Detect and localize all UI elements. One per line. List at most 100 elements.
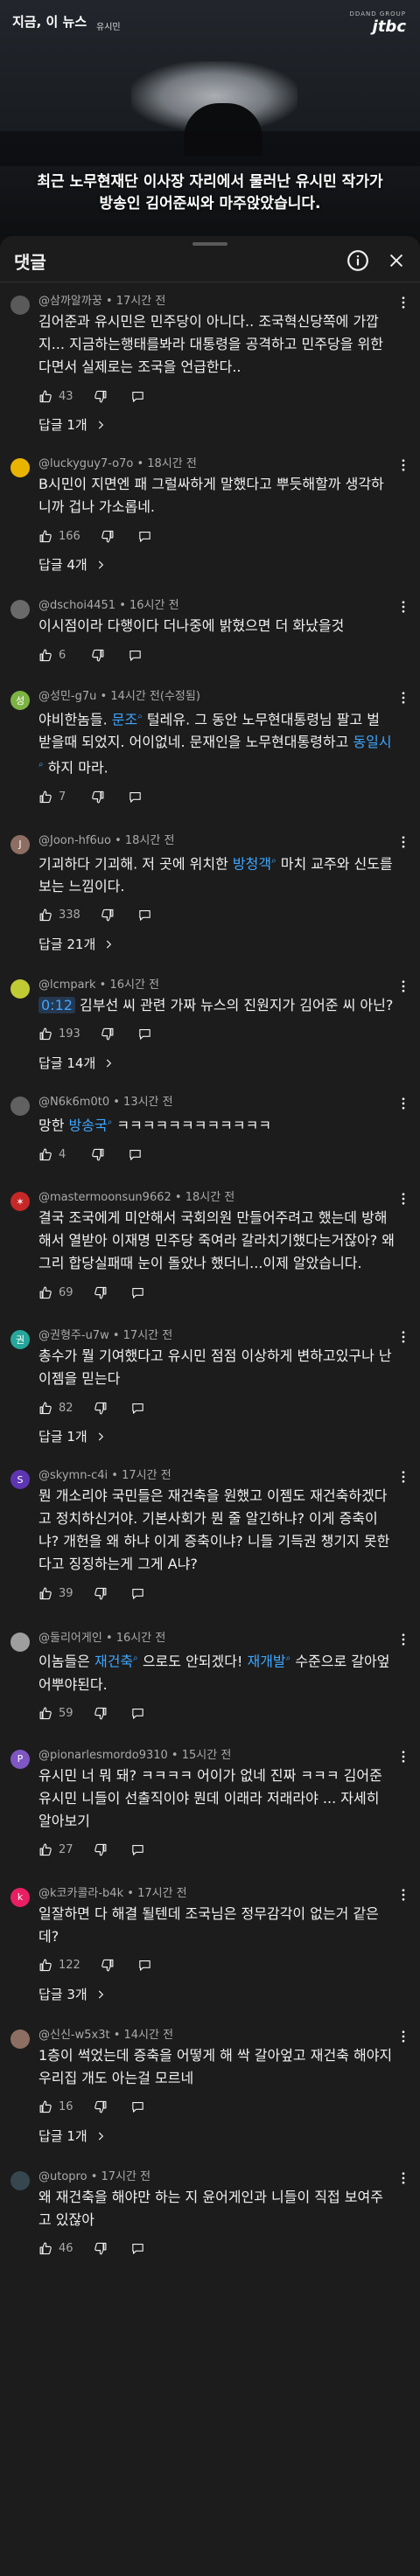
like-icon[interactable] [38,790,53,804]
reply-icon[interactable] [130,2099,145,2114]
avatar[interactable]: P [10,1749,30,1769]
reply-icon[interactable] [137,1958,152,1973]
comment-author[interactable]: @N6k6m0t0 [38,1096,109,1109]
chevron-right-icon[interactable] [94,559,107,571]
reply-icon[interactable] [130,1706,145,1721]
comment-search-link[interactable]: 동일시 [353,734,391,750]
avatar[interactable] [10,296,30,315]
reply-icon[interactable] [128,790,143,804]
comment-author[interactable]: @lcmpark [38,978,96,992]
like-icon[interactable] [38,1147,53,1162]
more-icon[interactable] [396,690,411,706]
replies-toggle[interactable]: 답글 14개 [38,1052,396,1075]
reply-icon[interactable] [137,529,152,544]
replies-toggle[interactable]: 답글 1개 [38,1425,396,1448]
more-icon[interactable] [396,2029,411,2044]
reply-icon[interactable] [128,648,143,663]
chevron-right-icon[interactable] [94,2130,107,2142]
more-icon[interactable] [396,1632,411,1647]
more-icon[interactable] [396,2170,411,2186]
like-icon[interactable] [38,1285,53,1300]
like-icon[interactable] [38,389,53,404]
reply-icon[interactable] [130,389,145,404]
comment-author[interactable]: @k코카콜라-b4k [38,1887,123,1900]
comment-author[interactable]: @skymn-c4i [38,1469,108,1482]
comment-author[interactable]: @mastermoonsun9662 [38,1191,172,1204]
more-icon[interactable] [396,978,411,994]
avatar[interactable]: J [10,834,30,854]
dislike-icon[interactable] [100,1027,115,1041]
more-icon[interactable] [396,599,411,615]
like-icon[interactable] [38,1401,53,1416]
timestamp-link[interactable]: 0:12 [38,996,75,1013]
more-icon[interactable] [396,457,411,473]
comment-author[interactable]: @Joon-hf6uo [38,834,111,847]
comment-author[interactable]: @utopro [38,2170,88,2183]
comment-author[interactable]: @dschoi4451 [38,599,116,612]
comment-search-link[interactable]: 재건축 [94,1654,133,1670]
reply-icon[interactable] [137,1027,152,1041]
like-icon[interactable] [38,2241,53,2256]
dislike-icon[interactable] [100,908,115,922]
more-icon[interactable] [396,1469,411,1485]
comment-author[interactable]: @둘리어게인 [38,1632,102,1645]
replies-toggle[interactable]: 답글 21개 [38,933,396,956]
more-icon[interactable] [396,1887,411,1903]
dislike-icon[interactable] [93,2099,108,2114]
comment-author[interactable]: @삼까알까꿍 [38,295,102,308]
dislike-icon[interactable] [93,1706,108,1721]
reply-icon[interactable] [128,1147,143,1162]
avatar[interactable] [10,600,30,619]
chevron-right-icon[interactable] [94,1431,107,1443]
comment-author[interactable]: @luckyguy7-o7o [38,457,133,470]
avatar[interactable] [10,1633,30,1653]
comment-author[interactable]: @성민-g7u [38,690,96,703]
replies-toggle[interactable]: 답글 3개 [38,1983,396,2006]
reply-icon[interactable] [130,1586,145,1601]
more-icon[interactable] [396,1191,411,1207]
replies-toggle[interactable]: 답글 1개 [38,414,396,436]
reply-icon[interactable] [130,2241,145,2256]
comment-search-link[interactable]: 방송국 [69,1117,108,1133]
info-icon[interactable] [346,249,369,272]
close-icon[interactable] [387,251,406,270]
like-icon[interactable] [38,1706,53,1721]
comment-search-link[interactable]: 방청객 [233,855,271,872]
like-icon[interactable] [38,908,53,922]
reply-icon[interactable] [130,1401,145,1416]
avatar[interactable] [10,2170,30,2190]
like-icon[interactable] [38,648,53,663]
drag-handle[interactable] [192,242,228,246]
like-icon[interactable] [38,1958,53,1973]
more-icon[interactable] [396,295,411,310]
video-player[interactable]: 지금, 이 뉴스 유시민 DDAND GROUP jtbc 최근 노무현재단 이… [0,0,420,236]
dislike-icon[interactable] [90,1147,105,1162]
chevron-right-icon[interactable] [94,419,107,431]
dislike-icon[interactable] [100,529,115,544]
like-icon[interactable] [38,1586,53,1601]
avatar[interactable] [10,1096,30,1116]
avatar[interactable]: S [10,1470,30,1490]
dislike-icon[interactable] [90,790,105,804]
replies-toggle[interactable]: 답글 4개 [38,553,396,576]
like-icon[interactable] [38,2099,53,2114]
dislike-icon[interactable] [93,389,108,404]
comment-author[interactable]: @pionarlesmordo9310 [38,1749,168,1762]
dislike-icon[interactable] [93,1842,108,1857]
avatar[interactable] [10,2029,30,2049]
like-icon[interactable] [38,1842,53,1857]
reply-icon[interactable] [130,1285,145,1300]
chevron-right-icon[interactable] [94,1988,107,2001]
comment-author[interactable]: @권형주-u7w [38,1329,109,1342]
reply-icon[interactable] [130,1842,145,1857]
like-icon[interactable] [38,1027,53,1041]
avatar[interactable] [10,978,30,999]
comment-search-link[interactable]: 재개발 [247,1654,285,1670]
avatar[interactable]: 권 [10,1330,30,1350]
dislike-icon[interactable] [100,1958,115,1973]
avatar[interactable]: k [10,1887,30,1907]
avatar[interactable]: ✶ [10,1192,30,1212]
chevron-right-icon[interactable] [102,1057,115,1069]
comment-author[interactable]: @신신-w5x3t [38,2029,110,2042]
replies-toggle[interactable]: 답글 1개 [38,2125,396,2148]
